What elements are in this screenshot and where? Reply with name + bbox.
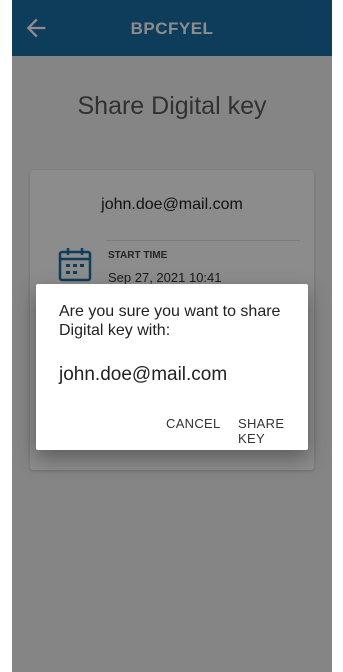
- cancel-button[interactable]: CANCEL: [166, 416, 221, 431]
- confirm-share-dialog: Are you sure you want to share Digital k…: [36, 284, 308, 450]
- dialog-email: john.doe@mail.com: [59, 364, 228, 385]
- dialog-message: Are you sure you want to share Digital k…: [59, 303, 281, 339]
- phone-screen: BPCFYEL Share Digital key john.doe@mail.…: [12, 0, 332, 672]
- share-key-button[interactable]: SHARE KEY: [238, 416, 308, 446]
